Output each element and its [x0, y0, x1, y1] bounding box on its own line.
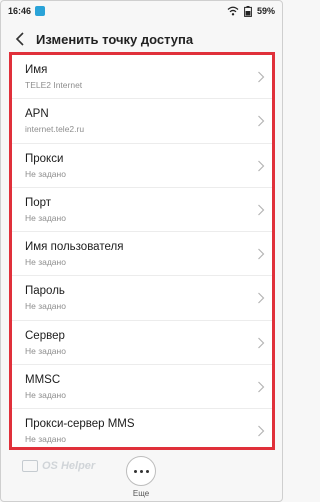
chevron-right-icon [258, 425, 265, 437]
chevron-right-icon [258, 337, 265, 349]
status-icons: 59% [227, 5, 275, 17]
chevron-left-icon [15, 32, 24, 46]
setting-value: Не задано [25, 257, 66, 268]
setting-item-server[interactable]: Сервер Не задано [12, 321, 272, 366]
setting-label: MMSC [25, 374, 61, 387]
setting-value: TELE2 Internet [25, 80, 83, 90]
setting-value: Не задано [25, 390, 66, 401]
setting-item-name[interactable]: Имя TELE2 Internet [12, 55, 272, 100]
page-title: Изменить точку доступа [36, 31, 194, 47]
chevron-right-icon [258, 204, 265, 216]
setting-label: Сервер [25, 329, 65, 342]
setting-item-apn[interactable]: APN internet.tele2.ru [12, 99, 272, 144]
watermark: OS Helper [22, 460, 95, 472]
chevron-right-icon [258, 381, 265, 393]
app-header: Изменить точку доступа [0, 24, 283, 54]
watermark-text: OS Helper [42, 460, 96, 472]
chevron-right-icon [258, 160, 265, 172]
setting-value: internet.tele2.ru [25, 124, 85, 135]
setting-item-proxy[interactable]: Прокси Не задано [12, 144, 272, 188]
battery-icon [244, 5, 252, 17]
setting-item-mmsc[interactable]: MMSC Не задано [12, 365, 272, 410]
bottom-bar: OS Helper Еще [0, 454, 283, 502]
watermark-logo-icon [22, 460, 38, 472]
setting-value: Не задано [25, 212, 66, 223]
more-button[interactable] [126, 456, 156, 486]
status-bar: 16:46 59% [0, 0, 283, 22]
setting-value: Не задано [25, 345, 66, 356]
setting-item-username[interactable]: Имя пользователя Не задано [12, 232, 272, 277]
setting-value: Не задано [25, 168, 66, 179]
setting-label: Имя пользователя [25, 241, 124, 254]
chevron-right-icon [258, 115, 265, 127]
setting-value: Не задано [25, 434, 66, 445]
setting-item-password[interactable]: Пароль Не задано [12, 276, 272, 321]
setting-item-mms-proxy[interactable]: Прокси-сервер MMS Не задано [12, 409, 272, 447]
wifi-icon [227, 6, 239, 16]
notification-icon [35, 6, 46, 16]
setting-value: Не задано [25, 301, 66, 312]
more-dots-icon [133, 469, 149, 473]
chevron-right-icon [258, 71, 265, 83]
battery-percent: 59% [256, 6, 275, 16]
settings-highlight-box: Имя TELE2 Internet APN internet.tele2.ru… [9, 52, 275, 450]
setting-label: APN [25, 108, 49, 121]
settings-list: Имя TELE2 Internet APN internet.tele2.ru… [12, 55, 272, 447]
setting-item-port[interactable]: Порт Не задано [12, 188, 272, 233]
setting-label: Порт [25, 196, 52, 209]
chevron-right-icon [258, 293, 265, 304]
back-button[interactable] [12, 31, 28, 47]
setting-label: Прокси-сервер MMS [25, 418, 135, 431]
status-time: 16:46 [8, 6, 32, 16]
setting-label: Имя [25, 64, 48, 76]
setting-label: Прокси [25, 152, 64, 165]
chevron-right-icon [258, 248, 265, 260]
setting-label: Пароль [25, 285, 65, 298]
more-label: Еще [132, 489, 150, 498]
